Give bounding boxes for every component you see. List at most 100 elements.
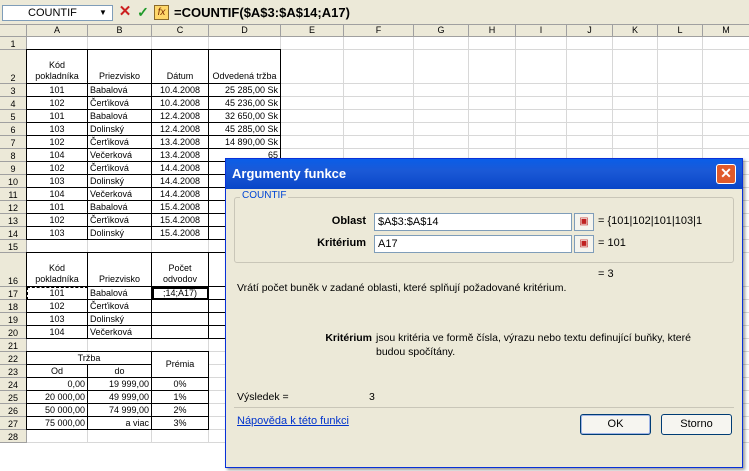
grid-cell[interactable] <box>281 84 344 97</box>
grid-cell[interactable] <box>703 110 749 123</box>
grid-cell[interactable] <box>469 136 516 149</box>
grid-cell[interactable] <box>344 123 414 136</box>
grid-cell[interactable] <box>567 136 613 149</box>
row-header[interactable]: 12 <box>0 201 27 214</box>
grid-cell[interactable] <box>567 97 613 110</box>
grid-cell[interactable] <box>516 123 567 136</box>
collapse-dialog-icon[interactable]: ▣ <box>574 213 594 231</box>
row-header[interactable]: 4 <box>0 97 27 110</box>
grid-cell[interactable] <box>469 84 516 97</box>
grid-cell[interactable] <box>516 136 567 149</box>
checkmark-icon[interactable]: ✓ <box>136 4 150 20</box>
row-header[interactable]: 24 <box>0 378 27 391</box>
grid-cell[interactable] <box>27 430 88 443</box>
row-header[interactable]: 15 <box>0 240 27 253</box>
grid-cell[interactable] <box>281 37 344 50</box>
grid-cell[interactable] <box>703 50 749 84</box>
grid-cell[interactable] <box>281 50 344 84</box>
grid-cell[interactable] <box>658 84 703 97</box>
grid-cell[interactable] <box>703 123 749 136</box>
row-header[interactable]: 18 <box>0 300 27 313</box>
grid-cell[interactable] <box>658 50 703 84</box>
grid-cell[interactable] <box>414 123 469 136</box>
grid-cell[interactable] <box>344 84 414 97</box>
grid-cell[interactable] <box>516 84 567 97</box>
row-header[interactable]: 21 <box>0 339 27 352</box>
collapse-dialog-icon[interactable]: ▣ <box>574 235 594 253</box>
arg1-input[interactable]: $A$3:$A$14 <box>374 213 572 231</box>
row-header[interactable]: 16 <box>0 253 27 287</box>
grid-cell[interactable] <box>414 110 469 123</box>
column-header[interactable]: I <box>516 25 567 37</box>
row-header[interactable]: 25 <box>0 391 27 404</box>
ok-button[interactable]: OK <box>580 414 651 435</box>
arg2-input[interactable]: A17 <box>374 235 572 253</box>
row-header[interactable]: 5 <box>0 110 27 123</box>
column-header[interactable]: L <box>658 25 703 37</box>
grid-cell[interactable] <box>281 97 344 110</box>
formula-input[interactable]: =COUNTIF($A$3:$A$14;A17) <box>174 5 350 21</box>
row-header[interactable]: 23 <box>0 365 27 378</box>
grid-cell[interactable] <box>469 110 516 123</box>
grid-cell[interactable] <box>281 123 344 136</box>
grid-cell[interactable] <box>88 430 152 443</box>
column-header[interactable]: F <box>344 25 414 37</box>
chevron-down-icon[interactable]: ▼ <box>96 6 110 20</box>
column-header[interactable]: D <box>209 25 281 37</box>
row-header[interactable]: 19 <box>0 313 27 326</box>
grid-cell[interactable] <box>414 136 469 149</box>
grid-cell[interactable] <box>658 136 703 149</box>
grid-cell[interactable] <box>414 50 469 84</box>
grid-cell[interactable] <box>469 123 516 136</box>
row-header[interactable]: 3 <box>0 84 27 97</box>
grid-cell[interactable] <box>344 136 414 149</box>
grid-cell[interactable] <box>344 37 414 50</box>
grid-cell[interactable] <box>613 110 658 123</box>
grid-cell[interactable] <box>613 97 658 110</box>
grid-cell[interactable] <box>414 84 469 97</box>
grid-cell[interactable] <box>567 50 613 84</box>
x-icon[interactable]: ✕ <box>118 4 132 20</box>
row-header[interactable]: 28 <box>0 430 27 443</box>
grid-cell[interactable] <box>516 97 567 110</box>
column-header[interactable]: M <box>703 25 749 37</box>
grid-cell[interactable] <box>344 97 414 110</box>
grid-cell[interactable] <box>658 123 703 136</box>
column-header[interactable]: J <box>567 25 613 37</box>
grid-cell[interactable] <box>703 37 749 50</box>
row-header[interactable]: 20 <box>0 326 27 339</box>
row-header[interactable]: 6 <box>0 123 27 136</box>
grid-cell[interactable] <box>613 84 658 97</box>
grid-cell[interactable] <box>469 50 516 84</box>
column-header[interactable]: A <box>27 25 88 37</box>
grid-cell[interactable] <box>516 110 567 123</box>
grid-cell[interactable] <box>567 37 613 50</box>
row-header[interactable]: 1 <box>0 37 27 50</box>
grid-cell[interactable] <box>281 136 344 149</box>
grid-cell[interactable] <box>613 37 658 50</box>
grid-cell[interactable] <box>703 136 749 149</box>
column-header[interactable]: G <box>414 25 469 37</box>
grid-cell[interactable] <box>414 97 469 110</box>
grid-cell[interactable] <box>703 97 749 110</box>
row-header[interactable]: 14 <box>0 227 27 240</box>
grid-cell[interactable] <box>344 110 414 123</box>
row-header[interactable]: 26 <box>0 404 27 417</box>
grid-cell[interactable] <box>152 430 209 443</box>
column-header[interactable]: K <box>613 25 658 37</box>
grid-cell[interactable] <box>613 50 658 84</box>
grid-cell[interactable] <box>703 84 749 97</box>
help-link[interactable]: Nápověda k této funkci <box>237 415 349 427</box>
grid-cell[interactable] <box>658 97 703 110</box>
column-header[interactable]: B <box>88 25 152 37</box>
grid-cell[interactable] <box>567 123 613 136</box>
close-icon[interactable]: ✕ <box>716 164 736 184</box>
row-header[interactable]: 17 <box>0 287 27 300</box>
column-header[interactable]: E <box>281 25 344 37</box>
row-header[interactable]: 9 <box>0 162 27 175</box>
row-header[interactable]: 11 <box>0 188 27 201</box>
grid-cell[interactable] <box>516 37 567 50</box>
row-header[interactable]: 8 <box>0 149 27 162</box>
select-all-corner[interactable] <box>0 25 27 37</box>
row-header[interactable]: 22 <box>0 352 27 365</box>
